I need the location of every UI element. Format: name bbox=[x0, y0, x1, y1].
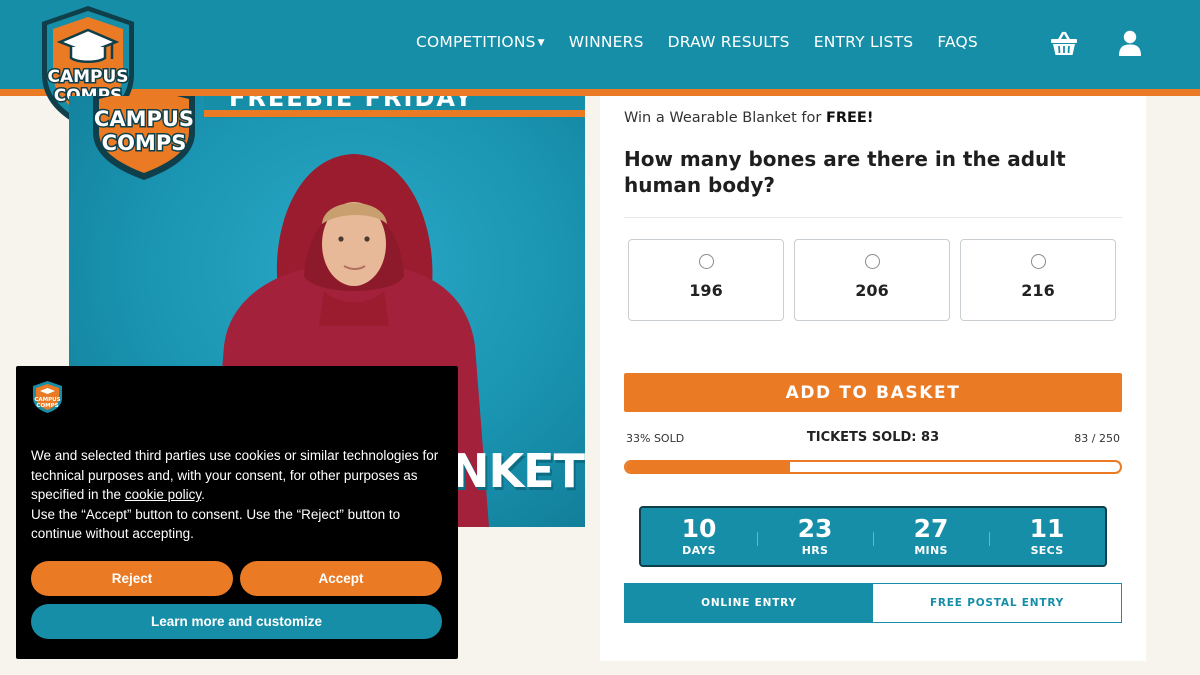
nav-item-draw-results[interactable]: DRAW RESULTS bbox=[668, 33, 790, 51]
tickets-sold-label: TICKETS SOLD: 83 bbox=[806, 430, 940, 445]
cookie-message-part1: We and selected third parties use cookie… bbox=[31, 448, 439, 502]
answer-option[interactable]: 216 bbox=[960, 239, 1116, 321]
product-image-logo: CAMPUS COMPS bbox=[92, 96, 196, 180]
win-line-emphasis: FREE! bbox=[825, 110, 874, 126]
header-accent-stripe bbox=[0, 89, 1200, 96]
accept-button[interactable]: Accept bbox=[240, 561, 442, 596]
countdown-seconds: 11 SECS bbox=[989, 508, 1105, 565]
countdown-value: 11 bbox=[1029, 514, 1065, 543]
countdown-unit: MINS bbox=[914, 544, 948, 557]
add-to-basket-button[interactable]: ADD TO BASKET bbox=[624, 373, 1122, 412]
radio-button[interactable] bbox=[698, 254, 714, 269]
chevron-down-icon: ▼ bbox=[537, 38, 545, 48]
panel-logo-text-campus: CAMPUS bbox=[94, 107, 194, 131]
cookie-message-part2: Use the “Accept” button to consent. Use … bbox=[31, 506, 401, 542]
tickets-sold-row: 33% SOLD TICKETS SOLD: 83 83 / 250 bbox=[624, 430, 1122, 448]
tab-free-postal-entry[interactable]: FREE POSTAL ENTRY bbox=[873, 584, 1121, 622]
answer-value: 196 bbox=[689, 281, 723, 300]
answer-option[interactable]: 206 bbox=[794, 239, 950, 321]
panel-logo-text-comps: COMPS bbox=[102, 131, 187, 155]
entry-method-tabs: ONLINE ENTRY FREE POSTAL ENTRY bbox=[624, 583, 1122, 623]
logo-text-campus: CAMPUS bbox=[47, 67, 128, 87]
answer-value: 206 bbox=[855, 281, 889, 300]
countdown-unit: SECS bbox=[1030, 544, 1064, 557]
answer-options: 196 206 216 bbox=[628, 239, 1116, 321]
cookie-message: We and selected third parties use cookie… bbox=[31, 446, 441, 544]
win-line-text: Win a Wearable Blanket for bbox=[624, 110, 826, 126]
divider bbox=[624, 217, 1122, 218]
countdown-value: 10 bbox=[681, 514, 717, 543]
tickets-progress-bar bbox=[624, 460, 1122, 474]
nav-item-faqs[interactable]: FAQS bbox=[937, 33, 978, 51]
answer-option[interactable]: 196 bbox=[628, 239, 784, 321]
nav-item-competitions-label: COMPETITIONS bbox=[416, 33, 536, 51]
nav-item-competitions[interactable]: COMPETITIONS ▼ bbox=[416, 33, 545, 51]
reject-button[interactable]: Reject bbox=[31, 561, 233, 596]
nav-item-entry-lists[interactable]: ENTRY LISTS bbox=[814, 33, 914, 51]
nav-item-winners[interactable]: WINNERS bbox=[569, 33, 644, 51]
countdown-minutes: 27 MINS bbox=[873, 508, 989, 565]
tickets-count: 83 / 250 bbox=[1074, 432, 1120, 445]
competition-card: Win a Wearable Blanket for FREE! How man… bbox=[600, 96, 1146, 661]
cookie-logo-text-comps: COMPS bbox=[36, 403, 58, 409]
countdown-hours: 23 HRS bbox=[757, 508, 873, 565]
radio-button[interactable] bbox=[1030, 254, 1046, 269]
cookie-message-period: . bbox=[201, 487, 205, 502]
main-nav: COMPETITIONS ▼ WINNERS DRAW RESULTS ENTRY… bbox=[416, 33, 1002, 51]
promo-text: FREEBIE FRIDAY bbox=[229, 96, 475, 112]
radio-button[interactable] bbox=[864, 254, 880, 269]
cookie-policy-link[interactable]: cookie policy bbox=[125, 487, 201, 502]
competition-question: How many bones are there in the adult hu… bbox=[624, 147, 1066, 197]
user-icon[interactable] bbox=[1118, 30, 1142, 56]
answer-value: 216 bbox=[1021, 281, 1055, 300]
cookie-dialog-logo: CAMPUS COMPS bbox=[33, 381, 62, 413]
countdown-timer: 10 DAYS 23 HRS 27 MINS 11 SECS bbox=[639, 506, 1107, 567]
product-title-partial: NKET bbox=[451, 444, 585, 498]
basket-icon[interactable] bbox=[1050, 30, 1078, 56]
countdown-days: 10 DAYS bbox=[641, 508, 757, 565]
countdown-unit: HRS bbox=[801, 544, 829, 557]
tab-online-entry[interactable]: ONLINE ENTRY bbox=[625, 584, 873, 622]
countdown-unit: DAYS bbox=[682, 544, 716, 557]
countdown-value: 23 bbox=[797, 514, 833, 543]
learn-more-button[interactable]: Learn more and customize bbox=[31, 604, 442, 639]
countdown-value: 27 bbox=[913, 514, 949, 543]
cookie-consent-dialog: CAMPUS COMPS We and selected third parti… bbox=[16, 366, 458, 659]
progress-fill bbox=[626, 462, 790, 472]
win-line: Win a Wearable Blanket for FREE! bbox=[624, 110, 873, 126]
